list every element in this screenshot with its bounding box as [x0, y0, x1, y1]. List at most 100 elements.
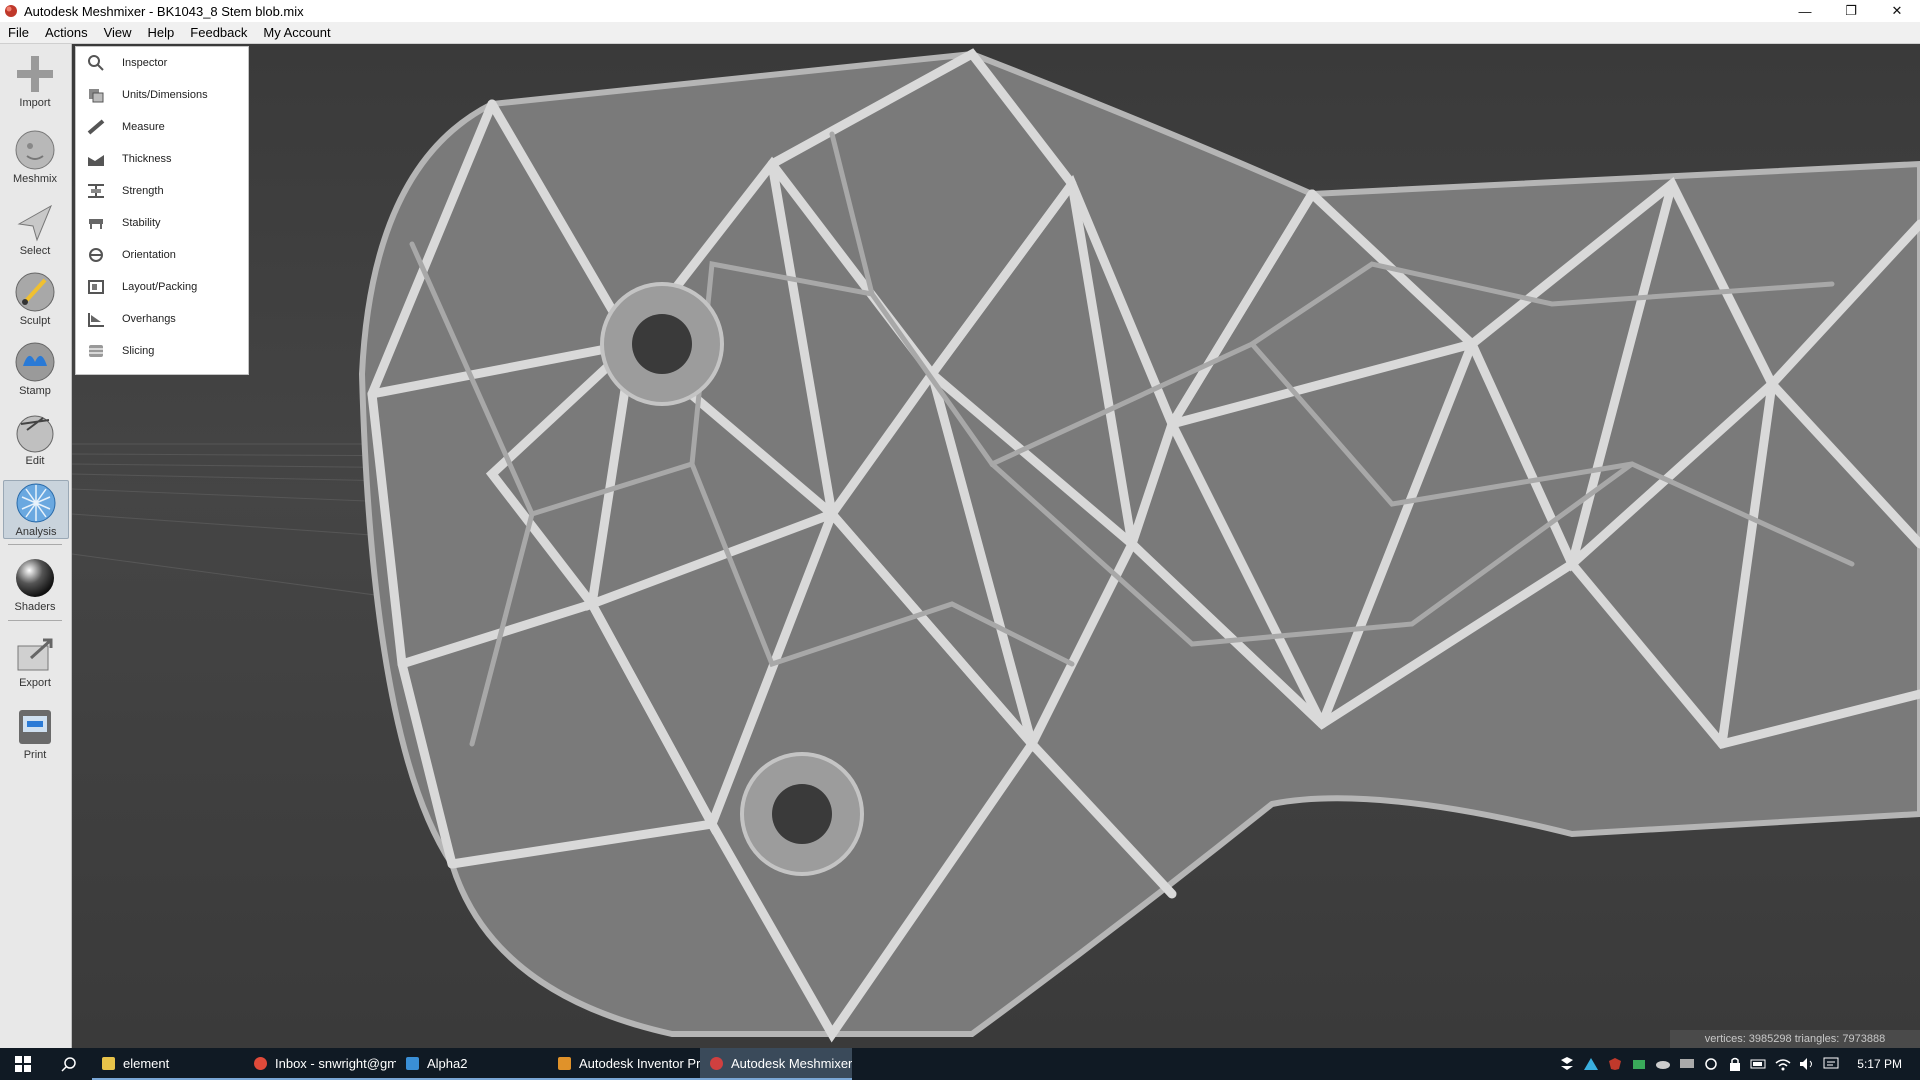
meshmixer-icon	[710, 1056, 723, 1070]
units-label: Units/Dimensions	[122, 89, 208, 101]
menu-bar: File Actions View Help Feedback My Accou…	[0, 22, 1920, 44]
system-tray: 5:17 PM	[1555, 1048, 1920, 1080]
layout-icon	[88, 280, 104, 294]
shaders-label: Shaders	[14, 601, 56, 613]
sculpt-label: Sculpt	[19, 315, 51, 327]
menu-item-slicing[interactable]: Slicing	[76, 335, 248, 367]
volume-icon[interactable]	[1798, 1057, 1816, 1071]
taskbar-app-chrome[interactable]: Inbox - snwright@gm...	[244, 1048, 396, 1080]
slicing-label: Slicing	[122, 345, 155, 357]
stamp-label: Stamp	[19, 385, 51, 397]
analysis-icon	[16, 483, 56, 523]
meshmix-button[interactable]: Meshmix	[3, 128, 67, 185]
cloud-icon[interactable]	[1654, 1057, 1672, 1071]
menu-item-measure[interactable]: Measure	[76, 111, 248, 143]
menu-feedback[interactable]: Feedback	[182, 25, 255, 40]
start-button[interactable]	[0, 1048, 46, 1080]
lattice-mesh	[72, 44, 1920, 1048]
menu-actions[interactable]: Actions	[37, 25, 96, 40]
stability-icon	[89, 219, 103, 229]
export-button[interactable]: Export	[3, 632, 67, 689]
print-button[interactable]: Print	[3, 704, 67, 761]
menu-item-inspector[interactable]: Inspector	[76, 47, 248, 79]
thickness-icon	[88, 155, 104, 166]
menu-item-strength[interactable]: Strength	[76, 175, 248, 207]
menu-item-thickness[interactable]: Thickness	[76, 143, 248, 175]
clock[interactable]: 5:17 PM	[1843, 1057, 1920, 1071]
import-button[interactable]: Import	[3, 52, 67, 109]
folder-icon	[102, 1056, 115, 1070]
battery-icon[interactable]	[1750, 1057, 1768, 1071]
notification-icon[interactable]	[1822, 1057, 1840, 1071]
measure-icon	[87, 119, 105, 135]
edit-label: Edit	[25, 455, 45, 467]
import-icon	[17, 56, 53, 92]
window-title: Autodesk Meshmixer - BK1043_8 Stem blob.…	[24, 3, 304, 19]
minimize-button[interactable]: —	[1782, 0, 1828, 22]
taskbar-app-alpha2[interactable]: Alpha2	[396, 1048, 548, 1080]
search-button[interactable]	[46, 1048, 92, 1080]
menu-file[interactable]: File	[0, 25, 37, 40]
menu-item-layout-packing[interactable]: Layout/Packing	[76, 271, 248, 303]
edit-icon	[16, 415, 54, 453]
menu-item-stability[interactable]: Stability	[76, 207, 248, 239]
overhangs-icon	[88, 313, 104, 327]
inspector-icon	[88, 55, 104, 71]
analysis-button[interactable]: Analysis	[3, 480, 69, 539]
alpha2-icon	[406, 1056, 419, 1070]
stamp-icon	[15, 342, 55, 382]
taskbar-app-label: element	[123, 1055, 170, 1071]
stamp-button[interactable]: Stamp	[3, 340, 67, 397]
menu-view[interactable]: View	[96, 25, 140, 40]
toolbar-divider	[8, 620, 62, 621]
dropbox-icon[interactable]	[1558, 1057, 1576, 1071]
menu-help[interactable]: Help	[140, 25, 183, 40]
sync-icon[interactable]	[1630, 1057, 1648, 1071]
toolbar-divider	[8, 544, 62, 545]
slicing-icon	[89, 345, 103, 357]
taskbar-app-explorer[interactable]: element	[92, 1048, 244, 1080]
shaders-icon	[16, 559, 54, 597]
analysis-label: Analysis	[15, 526, 57, 538]
export-label: Export	[19, 677, 51, 689]
menu-item-overhangs[interactable]: Overhangs	[76, 303, 248, 335]
inspector-label: Inspector	[122, 57, 168, 69]
measure-label: Measure	[122, 121, 165, 133]
print-label: Print	[23, 749, 47, 761]
security-icon[interactable]	[1606, 1057, 1624, 1071]
wifi-icon[interactable]	[1774, 1057, 1792, 1071]
chrome-icon	[254, 1056, 267, 1070]
meshmixer-logo-icon	[5, 5, 17, 17]
monitor-icon[interactable]	[1678, 1057, 1696, 1071]
close-button[interactable]: ✕	[1874, 0, 1920, 22]
lock-icon[interactable]	[1726, 1057, 1744, 1071]
taskbar-app-label: Autodesk Inventor Pr...	[579, 1055, 700, 1071]
restore-button[interactable]: ❐	[1828, 0, 1874, 22]
taskbar-app-label: Inbox - snwright@gm...	[275, 1055, 396, 1071]
overhangs-label: Overhangs	[122, 313, 176, 325]
taskbar: element Inbox - snwright@gm... Alpha2 Au…	[0, 1048, 1920, 1080]
autodesk-icon[interactable]	[1582, 1057, 1600, 1071]
strength-icon	[88, 184, 104, 198]
shield-icon[interactable]	[1702, 1057, 1720, 1071]
taskbar-app-meshmixer[interactable]: Autodesk Meshmixer ...	[700, 1048, 852, 1080]
taskbar-app-inventor[interactable]: Autodesk Inventor Pr...	[548, 1048, 700, 1080]
sculpt-icon	[15, 272, 55, 312]
mount-boss	[740, 752, 864, 876]
3d-viewport[interactable]	[72, 44, 1920, 1048]
windows-icon	[15, 1056, 31, 1072]
select-button[interactable]: Select	[3, 200, 67, 257]
meshmix-label: Meshmix	[12, 173, 57, 185]
thickness-label: Thickness	[122, 153, 172, 165]
stability-label: Stability	[122, 217, 161, 229]
import-label: Import	[19, 97, 51, 109]
sculpt-button[interactable]: Sculpt	[3, 270, 67, 327]
edit-button[interactable]: Edit	[3, 410, 67, 467]
mesh-stats: vertices: 3985298 triangles: 7973888	[1670, 1030, 1920, 1048]
strength-label: Strength	[122, 185, 164, 197]
menu-my-account[interactable]: My Account	[255, 25, 338, 40]
main-toolbar: Import Meshmix Select Sculpt Stamp Edit	[0, 44, 72, 1048]
menu-item-units-dimensions[interactable]: Units/Dimensions	[76, 79, 248, 111]
menu-item-orientation[interactable]: Orientation	[76, 239, 248, 271]
shaders-button[interactable]: Shaders	[3, 556, 67, 613]
